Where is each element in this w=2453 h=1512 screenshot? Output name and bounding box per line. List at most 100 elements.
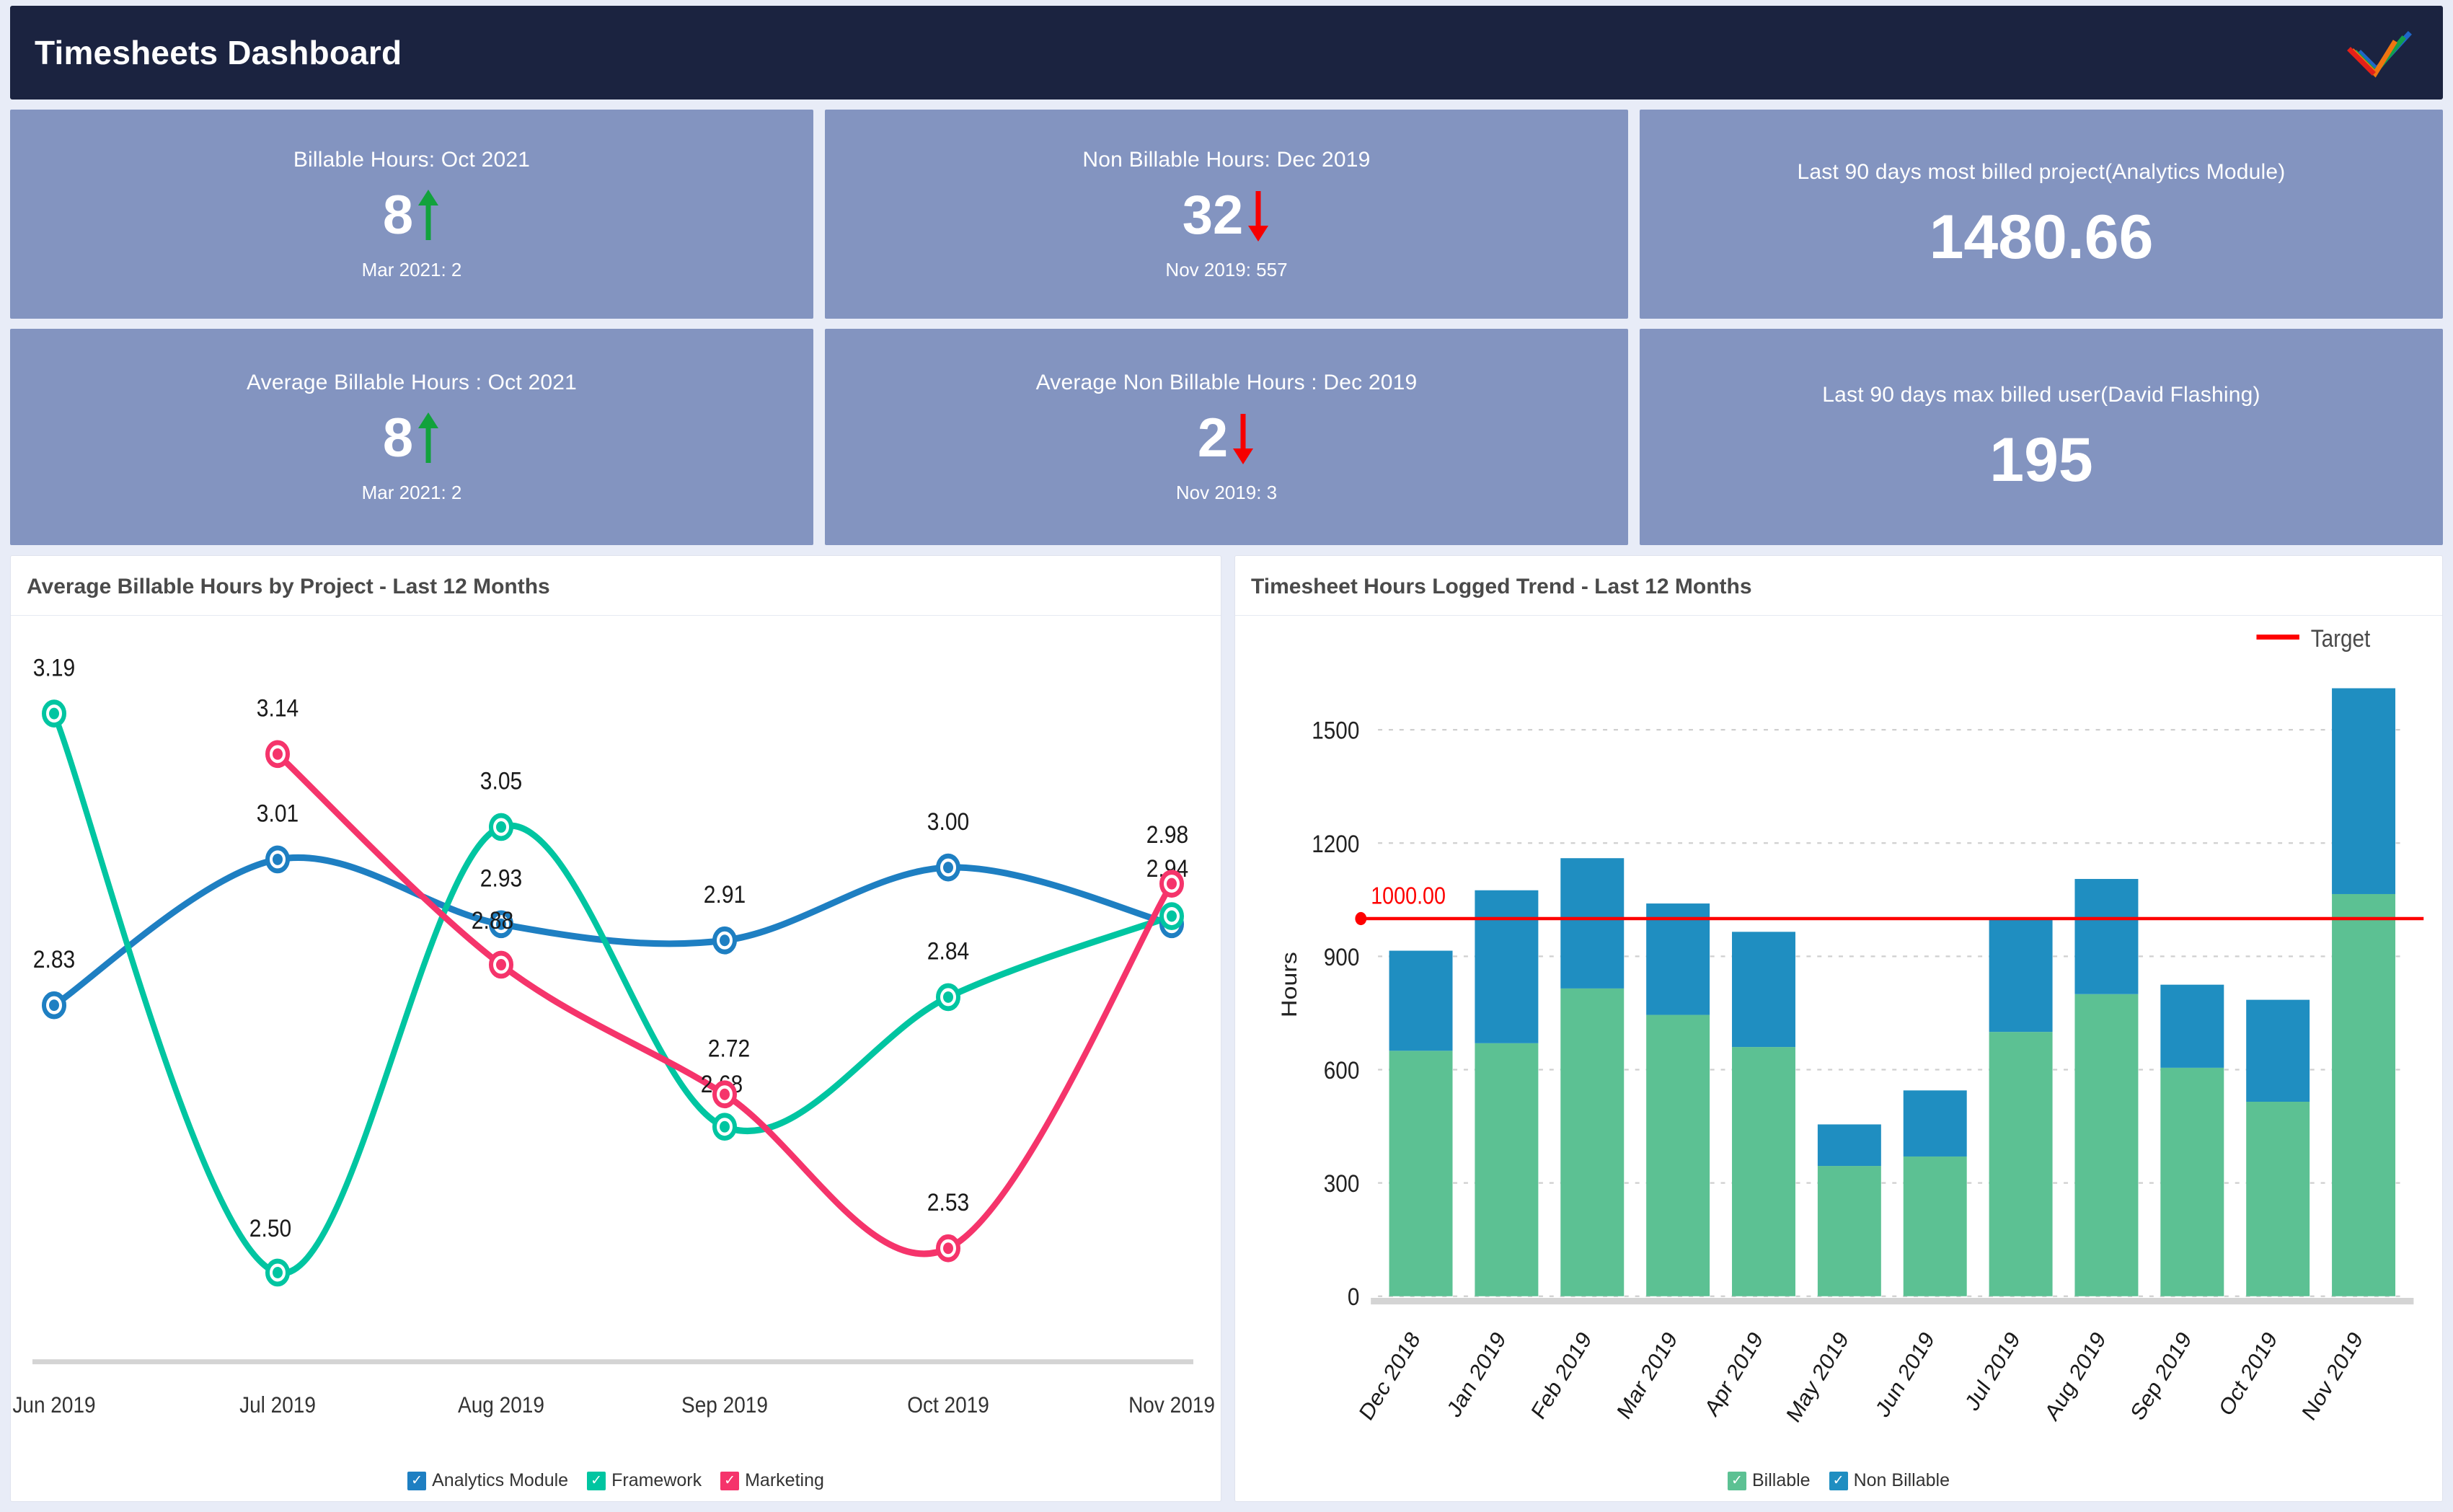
legend-item-non-billable[interactable]: ✓ Non Billable [1829,1470,1950,1491]
kpi-subvalue: Nov 2019: 3 [1176,482,1277,504]
kpi-label: Non Billable Hours: Dec 2019 [1082,148,1370,172]
legend-checkbox-icon[interactable]: ✓ [407,1472,426,1490]
kpi-label: Billable Hours: Oct 2021 [293,148,530,172]
svg-text:2.83: 2.83 [33,945,75,973]
kpi-value: 2 [1198,411,1228,466]
svg-text:1500: 1500 [1312,717,1359,744]
legend-label: Marketing [745,1470,824,1491]
app-header: Timesheets Dashboard [10,6,2443,100]
kpi-subvalue: Mar 2021: 2 [362,259,462,281]
kpi-card-max-billed-user[interactable]: Last 90 days max billed user(David Flash… [1640,329,2443,545]
svg-text:2.50: 2.50 [249,1214,291,1242]
svg-text:Nov 2019: Nov 2019 [2297,1327,2367,1425]
kpi-card-non-billable-hours[interactable]: Non Billable Hours: Dec 2019 32 Nov 2019… [825,110,1628,319]
kpi-value: 8 [383,411,413,466]
svg-text:Hours: Hours [1277,952,1301,1017]
svg-text:2.53: 2.53 [927,1188,969,1216]
kpi-value-wrap: 8 [383,188,441,243]
svg-text:Sep 2019: Sep 2019 [2126,1327,2196,1425]
svg-text:1000.00: 1000.00 [1371,883,1446,909]
kpi-card-average-billable-hours[interactable]: Average Billable Hours : Oct 2021 8 Mar … [10,329,813,545]
trend-down-arrow-icon [1231,412,1255,464]
legend-label: Framework [611,1470,702,1491]
kpi-row-1: Billable Hours: Oct 2021 8 Mar 2021: 2 N… [10,110,2443,319]
kpi-label: Last 90 days max billed user(David Flash… [1822,383,2260,407]
kpi-subvalue: Mar 2021: 2 [362,482,462,504]
page-title: Timesheets Dashboard [35,33,402,72]
kpi-value: 32 [1183,188,1244,243]
bar-chart[interactable]: 030060090012001500HoursDec 2018Jan 2019F… [1235,616,2442,1501]
svg-text:1200: 1200 [1312,830,1359,857]
svg-text:0: 0 [1348,1283,1360,1310]
kpi-card-average-non-billable-hours[interactable]: Average Non Billable Hours : Dec 2019 2 … [825,329,1628,545]
svg-text:Apr 2019: Apr 2019 [1700,1327,1767,1421]
kpi-value: 8 [383,188,413,243]
svg-text:Jun 2019: Jun 2019 [12,1393,95,1418]
line-chart-body: Jun 2019 Jul 2019 Aug 2019 Sep 2019 Oct 2019… [11,616,1221,1501]
svg-text:Sep 2019: Sep 2019 [681,1393,768,1418]
dashboard-root: Timesheets Dashboard Billable Hours: Oct… [0,0,2453,1512]
kpi-label: Average Billable Hours : Oct 2021 [247,371,577,395]
multicolor-check-icon [2346,25,2418,81]
panel-title: Average Billable Hours by Project - Last… [11,556,1221,616]
svg-text:900: 900 [1324,943,1360,971]
svg-text:2.91: 2.91 [704,880,746,908]
kpi-value: 1480.66 [1930,206,2154,268]
svg-text:Jan 2019: Jan 2019 [1442,1327,1510,1422]
legend-item-marketing[interactable]: ✓ Marketing [720,1470,824,1491]
legend-label: Analytics Module [432,1470,568,1491]
legend-item-framework[interactable]: ✓ Framework [587,1470,702,1491]
legend-label: Non Billable [1854,1470,1950,1491]
bar-chart-body: 030060090012001500HoursDec 2018Jan 2019F… [1235,616,2442,1501]
kpi-value: 195 [1989,429,2093,491]
legend-item-billable[interactable]: ✓ Billable [1728,1470,1811,1491]
kpi-value-wrap: 8 [383,411,441,466]
svg-text:3.19: 3.19 [33,654,75,681]
svg-text:Jul 2019: Jul 2019 [1961,1327,2025,1415]
legend-label: Billable [1752,1470,1811,1491]
kpi-label: Average Non Billable Hours : Dec 2019 [1036,371,1418,395]
svg-text:Oct 2019: Oct 2019 [907,1393,989,1418]
svg-text:Oct 2019: Oct 2019 [2214,1327,2281,1421]
svg-text:2.72: 2.72 [708,1035,750,1062]
kpi-value-wrap: 1480.66 [1930,206,2154,268]
svg-text:Dec 2018: Dec 2018 [1355,1327,1425,1425]
svg-text:Nov 2019: Nov 2019 [1128,1393,1215,1418]
svg-text:Aug 2019: Aug 2019 [458,1393,544,1418]
kpi-row-2: Average Billable Hours : Oct 2021 8 Mar … [10,329,2443,545]
legend-item-analytics-module[interactable]: ✓ Analytics Module [407,1470,568,1491]
panel-average-billable-hours-by-project: Average Billable Hours by Project - Last… [10,555,1221,1502]
kpi-card-billable-hours[interactable]: Billable Hours: Oct 2021 8 Mar 2021: 2 [10,110,813,319]
svg-text:Jun 2019: Jun 2019 [1871,1327,1939,1422]
line-chart-legend: ✓ Analytics Module ✓ Framework ✓ Marketi… [11,1470,1221,1491]
svg-text:Mar 2019: Mar 2019 [1612,1327,1681,1424]
svg-text:Target: Target [2311,624,2371,652]
kpi-value-wrap: 32 [1183,188,1271,243]
line-chart[interactable]: Jun 2019 Jul 2019 Aug 2019 Sep 2019 Oct 2019… [11,616,1221,1501]
legend-checkbox-icon[interactable]: ✓ [1728,1472,1746,1490]
panel-title: Timesheet Hours Logged Trend - Last 12 M… [1235,556,2442,616]
kpi-card-most-billed-project[interactable]: Last 90 days most billed project(Analyti… [1640,110,2443,319]
kpi-subvalue: Nov 2019: 557 [1165,259,1287,281]
svg-text:3.01: 3.01 [257,800,299,827]
svg-text:3.05: 3.05 [480,767,522,795]
svg-text:2.93: 2.93 [480,865,522,892]
legend-checkbox-icon[interactable]: ✓ [587,1472,606,1490]
svg-text:2.88: 2.88 [472,906,513,934]
kpi-label: Last 90 days most billed project(Analyti… [1798,160,2286,185]
svg-text:3.14: 3.14 [257,694,299,722]
kpi-value-wrap: 2 [1198,411,1255,466]
legend-checkbox-icon[interactable]: ✓ [720,1472,739,1490]
charts-area: Average Billable Hours by Project - Last… [10,555,2443,1502]
trend-up-arrow-icon [416,190,441,242]
svg-text:3.00: 3.00 [927,808,969,835]
legend-checkbox-icon[interactable]: ✓ [1829,1472,1848,1490]
svg-text:2.84: 2.84 [927,937,969,965]
svg-text:600: 600 [1324,1056,1360,1084]
svg-text:Jul 2019: Jul 2019 [239,1393,316,1418]
svg-text:2.98: 2.98 [1146,821,1188,848]
kpi-value-wrap: 195 [1989,429,2093,491]
svg-text:May 2019: May 2019 [1782,1327,1853,1428]
panel-timesheet-hours-logged-trend: Timesheet Hours Logged Trend - Last 12 M… [1234,555,2443,1502]
svg-text:Aug 2019: Aug 2019 [2041,1327,2111,1425]
